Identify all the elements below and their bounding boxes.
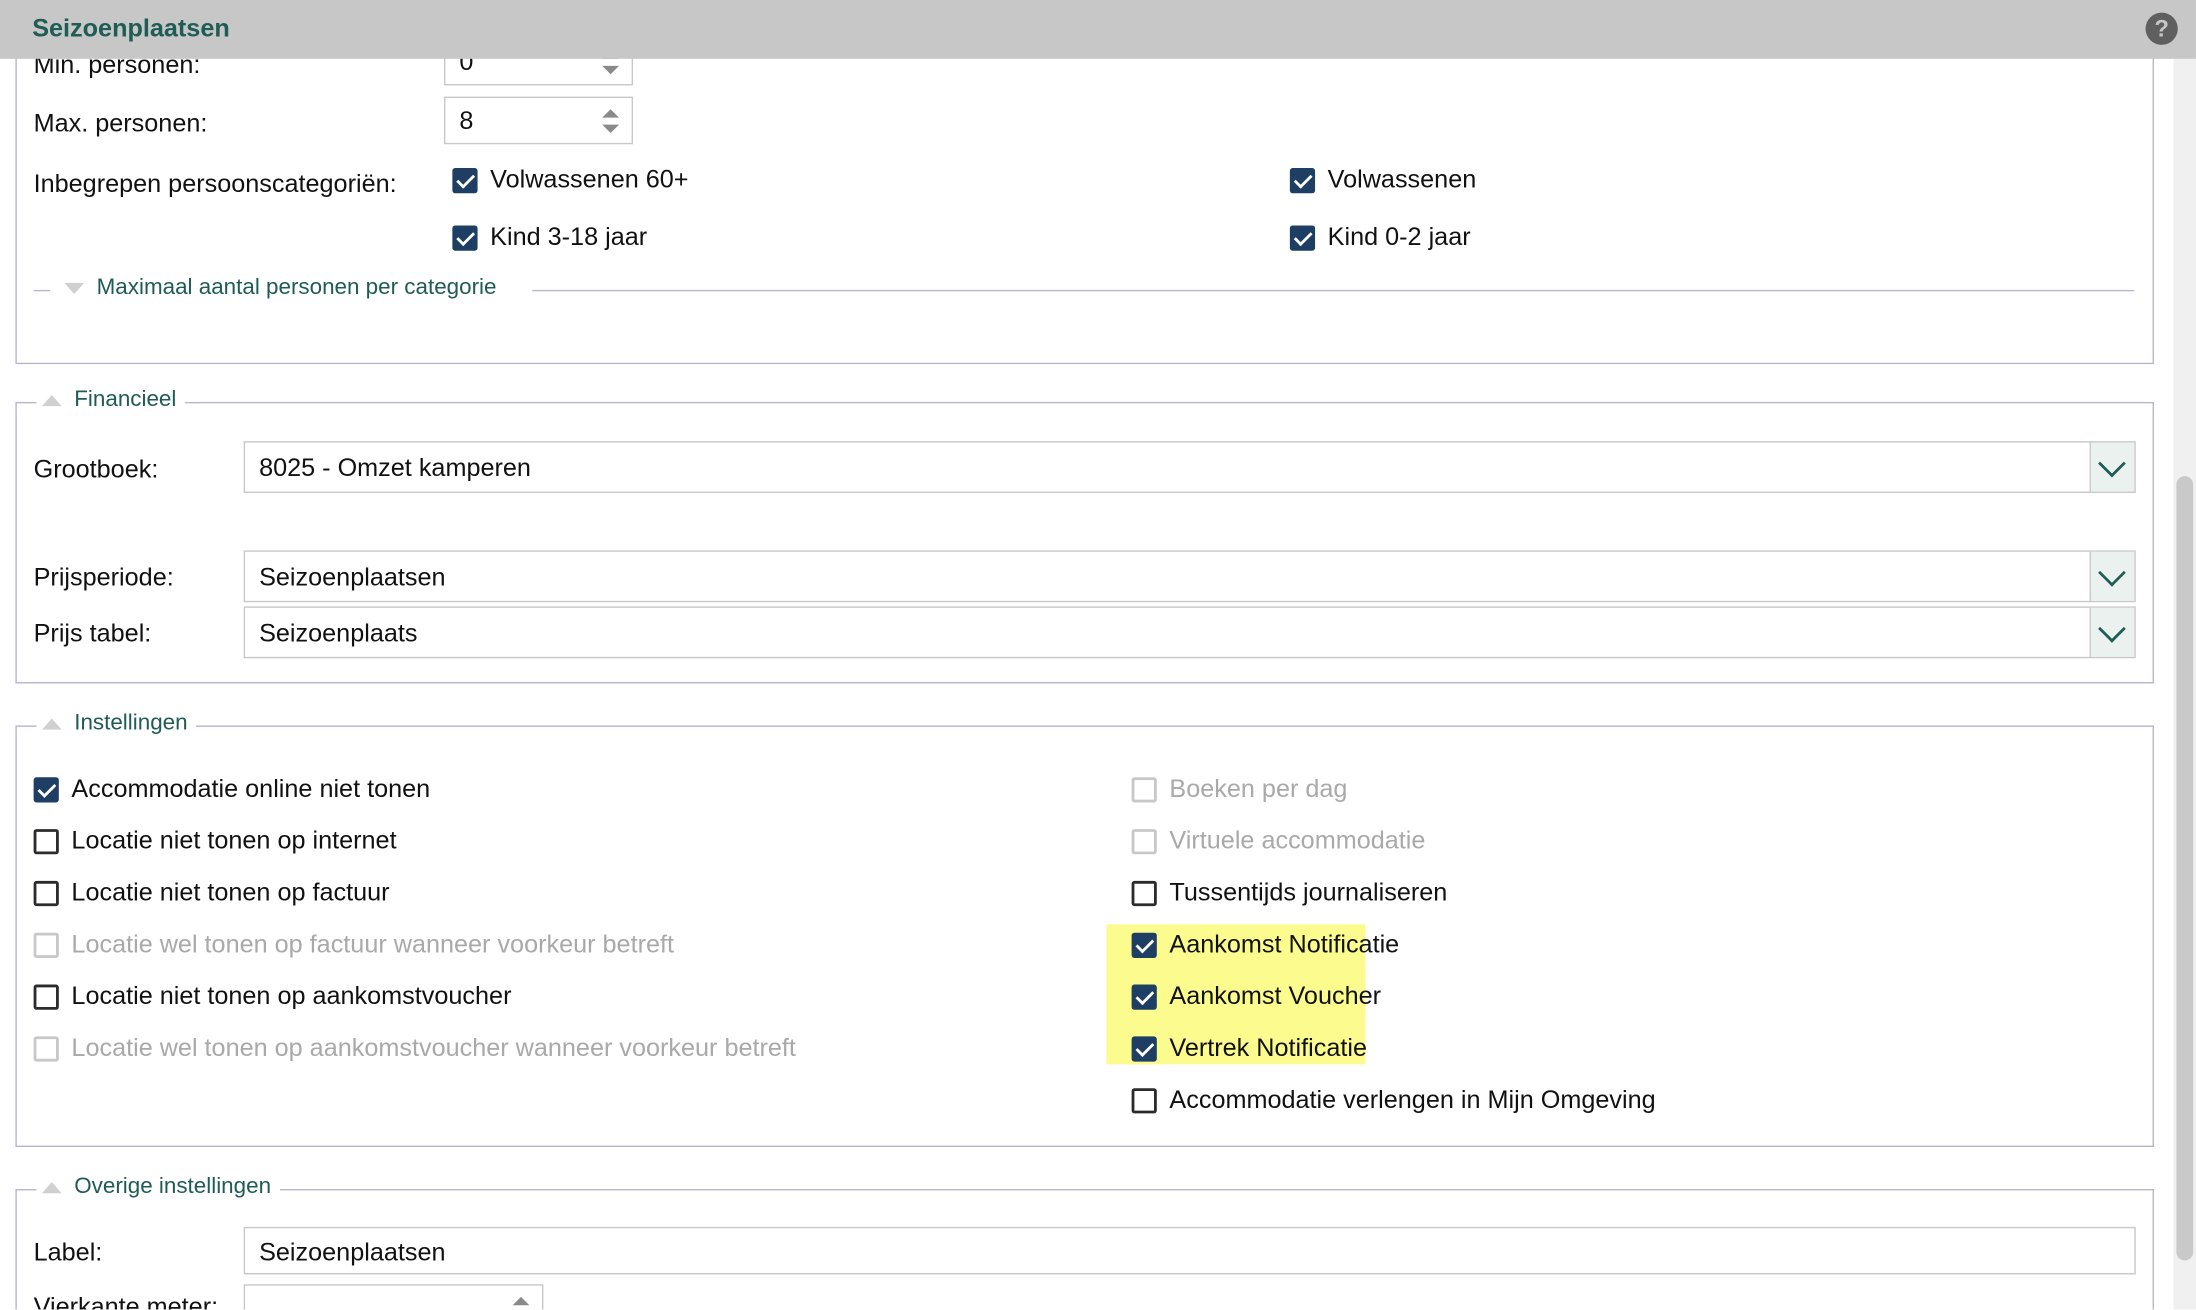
setting-boeken-per-dag: Boeken per dag [1131, 774, 1348, 803]
title-bar: Seizoenplaatsen ? [0, 0, 2196, 59]
label-label: Label: [33, 1238, 103, 1267]
checkbox-label: Tussentijds journaliseren [1169, 878, 1448, 907]
checkbox-label: Virtuele accommodatie [1169, 826, 1426, 855]
prijstabel-select[interactable]: Seizoenplaats [243, 606, 2136, 659]
app-window: Min. personen: 0 Max. personen: 8 Inbegr… [0, 0, 2196, 1310]
checkbox[interactable] [1131, 880, 1157, 906]
label-input[interactable]: Seizoenplaatsen [243, 1226, 2136, 1275]
stepper-up-icon[interactable] [512, 1296, 530, 1306]
setting-tussentijds-journaliseren[interactable]: Tussentijds journaliseren [1131, 878, 1448, 907]
setting-accommodatie-online-niet-tonen[interactable]: Accommodatie online niet tonen [33, 774, 431, 803]
checkbox[interactable] [33, 776, 59, 802]
checkbox[interactable] [452, 167, 478, 193]
form-content: Min. personen: 0 Max. personen: 8 Inbegr… [0, 0, 2171, 1310]
checkbox[interactable] [1131, 1087, 1157, 1113]
checkbox [33, 932, 59, 958]
checkbox-label: Aankomst Notificatie [1169, 929, 1400, 958]
checkbox[interactable] [1131, 932, 1157, 958]
checkbox-label: Kind 3-18 jaar [490, 222, 648, 251]
collapse-icon[interactable] [42, 1182, 62, 1194]
collapse-icon[interactable] [42, 718, 62, 730]
chevron-down-icon[interactable] [2089, 442, 2135, 492]
checkbox-label: Locatie niet tonen op aankomstvoucher [71, 981, 512, 1010]
vertical-scrollbar[interactable] [2173, 58, 2196, 1310]
prijstabel-value: Seizoenplaats [259, 619, 418, 648]
prijsperiode-select[interactable]: Seizoenplaatsen [243, 550, 2136, 603]
category-volwassenen-60[interactable]: Volwassenen 60+ [452, 165, 688, 194]
category-kind-0-2[interactable]: Kind 0-2 jaar [1289, 222, 1471, 252]
checkbox [1131, 828, 1157, 854]
setting-accommodatie-verlengen[interactable]: Accommodatie verlengen in Mijn Omgeving [1131, 1085, 1656, 1114]
checkbox-label: Volwassenen [1327, 165, 1477, 194]
max-per-category-section[interactable]: Maximaal aantal personen per categorie [33, 276, 2135, 304]
grootboek-label: Grootboek: [33, 455, 159, 484]
instellingen-legend[interactable]: Instellingen [36, 711, 197, 737]
checkbox-label: Locatie wel tonen op aankomstvoucher wan… [71, 1033, 796, 1062]
grootboek-select[interactable]: 8025 - Omzet kamperen [243, 441, 2136, 493]
checkbox[interactable] [1289, 167, 1316, 193]
prijsperiode-label: Prijsperiode: [33, 563, 174, 592]
checkbox-label: Locatie niet tonen op internet [71, 826, 397, 855]
checkbox-label: Accommodatie verlengen in Mijn Omgeving [1169, 1085, 1656, 1114]
vierkante-meter-label: Vierkante meter: [33, 1292, 219, 1310]
max-personen-stepper[interactable]: 8 [443, 96, 634, 145]
scrollbar-thumb[interactable] [2176, 476, 2194, 1261]
checkbox[interactable] [33, 983, 59, 1010]
checkbox[interactable] [33, 828, 59, 854]
category-volwassenen[interactable]: Volwassenen [1289, 165, 1477, 194]
overige-legend-text: Overige instellingen [74, 1175, 272, 1199]
chevron-down-icon[interactable] [2089, 607, 2135, 657]
checkbox [33, 1035, 59, 1061]
setting-aankomst-notificatie[interactable]: Aankomst Notificatie [1131, 929, 1400, 959]
checkbox-label: Aankomst Voucher [1169, 981, 1382, 1010]
setting-locatie-wel-tonen-aankomstvoucher: Locatie wel tonen op aankomstvoucher wan… [33, 1033, 796, 1063]
divider [33, 289, 51, 292]
help-icon[interactable]: ? [2145, 12, 2178, 45]
prijstabel-label: Prijs tabel: [33, 619, 152, 648]
checkbox-label: Volwassenen 60+ [490, 165, 689, 194]
vierkante-meter-stepper[interactable] [243, 1284, 544, 1310]
window-title: Seizoenplaatsen [32, 14, 230, 43]
label-value: Seizoenplaatsen [259, 1238, 446, 1267]
checkbox[interactable] [1289, 224, 1316, 250]
checkbox-label: Accommodatie online niet tonen [71, 774, 431, 803]
financieel-legend[interactable]: Financieel [36, 387, 185, 414]
checkbox[interactable] [452, 224, 478, 250]
category-kind-3-18[interactable]: Kind 3-18 jaar [452, 223, 647, 252]
checkbox [1131, 776, 1157, 802]
collapse-icon[interactable] [42, 394, 62, 407]
setting-locatie-wel-tonen-factuur: Locatie wel tonen op factuur wanneer voo… [33, 929, 675, 959]
checkbox[interactable] [1131, 983, 1157, 1010]
checkbox-label: Boeken per dag [1169, 774, 1348, 803]
setting-virtuele-accommodatie: Virtuele accommodatie [1131, 826, 1426, 855]
checkbox[interactable] [33, 880, 59, 906]
financieel-legend-text: Financieel [74, 387, 177, 412]
prijsperiode-value: Seizoenplaatsen [259, 563, 446, 592]
setting-aankomst-voucher[interactable]: Aankomst Voucher [1131, 981, 1382, 1011]
checkbox-label: Vertrek Notificatie [1169, 1033, 1367, 1062]
setting-locatie-niet-tonen-factuur[interactable]: Locatie niet tonen op factuur [33, 878, 390, 907]
max-personen-value: 8 [459, 106, 474, 135]
max-per-category-legend: Maximaal aantal personen per categorie [96, 275, 497, 300]
checkbox-label: Locatie niet tonen op factuur [71, 878, 390, 907]
setting-locatie-niet-tonen-internet[interactable]: Locatie niet tonen op internet [33, 826, 397, 855]
setting-locatie-niet-tonen-aankomstvoucher[interactable]: Locatie niet tonen op aankomstvoucher [33, 981, 512, 1011]
chevron-down-icon[interactable] [2089, 551, 2135, 601]
categories-label: Inbegrepen persoonscategoriën: [33, 169, 397, 198]
stepper-up-icon[interactable] [602, 109, 620, 118]
checkbox-label: Locatie wel tonen op factuur wanneer voo… [71, 929, 675, 958]
divider [532, 289, 2135, 292]
grootboek-value: 8025 - Omzet kamperen [259, 453, 531, 482]
setting-vertrek-notificatie[interactable]: Vertrek Notificatie [1131, 1033, 1367, 1063]
stepper-down-icon[interactable] [602, 124, 620, 134]
max-personen-label: Max. personen: [33, 109, 208, 138]
instellingen-legend-text: Instellingen [74, 711, 188, 736]
overige-legend[interactable]: Overige instellingen [36, 1175, 280, 1201]
max-per-category-toggle[interactable]: Maximaal aantal personen per categorie [64, 276, 496, 301]
checkbox-label: Kind 0-2 jaar [1327, 222, 1471, 251]
checkbox[interactable] [1131, 1035, 1157, 1061]
expand-icon[interactable] [64, 282, 85, 295]
stepper-down-icon[interactable] [602, 65, 620, 75]
